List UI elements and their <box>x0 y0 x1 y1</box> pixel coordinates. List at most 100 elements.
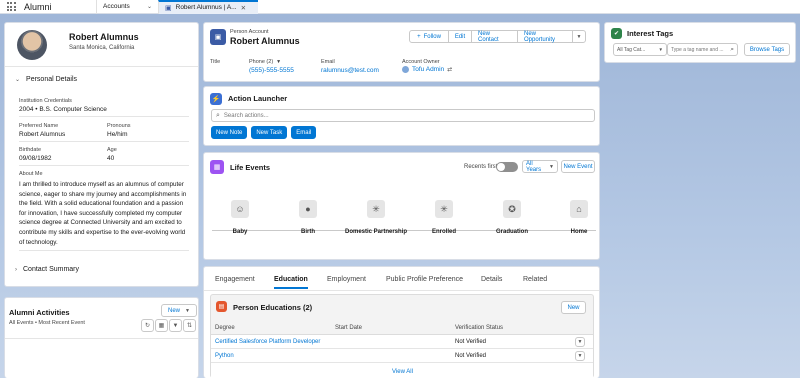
search-icon: ⌕ <box>216 111 220 119</box>
contact-summary-heading: Contact Summary <box>23 266 80 273</box>
browse-tags-button[interactable]: Browse Tags <box>744 43 790 56</box>
new-opportunity-button[interactable]: New Opportunity <box>517 30 573 43</box>
edit-button[interactable]: Edit <box>448 30 472 43</box>
new-activity-button[interactable]: New ▼ <box>161 304 197 317</box>
tab-education[interactable]: Education <box>274 276 308 289</box>
caret-down-icon: ▼ <box>276 59 282 65</box>
app-name: Alumni <box>24 1 52 12</box>
life-events-title: Life Events <box>230 163 271 172</box>
phone-value[interactable]: (555)-555-5555 <box>249 67 294 74</box>
tag-search-input[interactable]: Type a tag name and ... ⌕ <box>667 43 738 56</box>
sort-icon[interactable]: ⇅ <box>183 319 196 332</box>
tab-details[interactable]: Details <box>481 276 502 283</box>
personal-details-heading: Personal Details <box>26 76 77 83</box>
chevron-right-icon: › <box>15 266 17 273</box>
email-value[interactable]: ralumnus@test.com <box>321 67 379 74</box>
life-event-label: Birth <box>301 229 315 235</box>
search-icon: ⌕ <box>730 45 734 53</box>
new-note-button[interactable]: New Note <box>211 126 248 139</box>
life-event-home[interactable]: ⌂ Home <box>544 200 614 235</box>
app-launcher-icon[interactable] <box>4 0 18 14</box>
alumni-activities-card: Alumni Activities All Events • Most Rece… <box>4 297 199 378</box>
recents-first-label: Recents first <box>464 164 498 170</box>
preferred-name-label: Preferred Name <box>19 123 59 129</box>
life-event-label: Graduation <box>495 229 528 235</box>
change-owner-icon[interactable]: ⇄ <box>447 66 452 73</box>
tag-category-select[interactable]: All Tag Cat... ▼ <box>613 43 667 56</box>
caret-down-icon: ▼ <box>658 47 663 52</box>
tab-public-profile-preference[interactable]: Public Profile Preference <box>386 276 463 283</box>
tab-related[interactable]: Related <box>523 276 547 283</box>
chevron-down-icon: ⌄ <box>15 77 21 83</box>
person-icon: ● <box>299 200 317 218</box>
record-header-card: ▣ Person Account Robert Alumnus + Follow… <box>203 22 600 82</box>
life-event-baby[interactable]: ☺ Baby <box>205 200 275 235</box>
divider <box>5 66 198 67</box>
title-label: Title <box>210 59 221 65</box>
interest-tags-card: ✔ Interest Tags All Tag Cat... ▼ Type a … <box>604 22 796 63</box>
interest-tags-title: Interest Tags <box>627 29 674 38</box>
life-event-label: Baby <box>232 229 248 235</box>
degree-link[interactable]: Certified Salesforce Platform Developer <box>215 339 320 345</box>
life-event-graduation[interactable]: ✪ Graduation <box>477 200 547 235</box>
contact-summary-toggle[interactable]: › Contact Summary <box>15 266 79 273</box>
year-filter-select[interactable]: All Years ▼ <box>522 160 558 173</box>
email-button[interactable]: Email <box>291 126 317 139</box>
tab-robert-alumnus[interactable]: ▣ Robert Alumnus | A... ✕ <box>158 0 258 14</box>
close-icon[interactable]: ✕ <box>241 4 246 12</box>
life-event-birth[interactable]: ● Birth <box>273 200 343 235</box>
life-event-label: Domestic Partnership <box>344 229 408 235</box>
tags-icon: ✔ <box>611 28 622 39</box>
email-label: Email <box>321 59 335 65</box>
new-task-button[interactable]: New Task <box>251 126 288 139</box>
filter-icon[interactable]: ▼ <box>169 319 182 332</box>
nav-item-accounts-label: Accounts <box>103 3 130 10</box>
life-event-domestic-partnership[interactable]: ✳ Domestic Partnership <box>341 200 411 235</box>
about-me-value: I am thrilled to introduce myself as an … <box>19 181 187 246</box>
phone-label[interactable]: Phone (2) ▼ <box>249 59 281 65</box>
tab-employment[interactable]: Employment <box>327 276 366 283</box>
year-filter-value: All Years <box>526 160 542 173</box>
smiley-icon: ☺ <box>231 200 249 218</box>
tag-search-placeholder: Type a tag name and ... <box>671 46 724 53</box>
record-type: Person Account <box>230 29 269 35</box>
recents-first-toggle[interactable] <box>496 162 518 172</box>
row-actions-button[interactable]: ▼ <box>575 351 585 361</box>
action-launcher-title: Action Launcher <box>228 94 288 103</box>
new-activity-label: New <box>168 307 181 314</box>
personal-details-toggle[interactable]: ⌄ Personal Details <box>15 76 77 83</box>
owner-value[interactable]: Tofu Admin <box>412 66 444 73</box>
row-actions-button[interactable]: ▼ <box>575 337 585 347</box>
refresh-icon[interactable]: ↻ <box>141 319 154 332</box>
column-header-verification-status[interactable]: Verification Status <box>455 325 503 331</box>
chevron-down-icon[interactable]: ⌄ <box>147 3 152 10</box>
nav-item-accounts[interactable]: Accounts ⌄ <box>96 0 158 14</box>
action-search-input[interactable]: ⌕ Search actions... <box>211 109 595 122</box>
age-value: 40 <box>107 155 115 162</box>
tab-engagement[interactable]: Engagement <box>215 276 255 283</box>
educations-related-list: ▤ Person Educations (2) New Degree Start… <box>210 294 594 378</box>
top-navigation-bar: Alumni Accounts ⌄ ▣ Robert Alumnus | A..… <box>0 0 800 14</box>
age-label: Age <box>107 147 117 153</box>
life-event-enrolled[interactable]: ✳ Enrolled <box>409 200 479 235</box>
follow-button[interactable]: + Follow <box>409 30 449 43</box>
profile-card: Robert Alumnus Santa Monica, California … <box>4 22 199 287</box>
divider <box>19 250 189 251</box>
degree-link[interactable]: Python <box>215 353 234 359</box>
view-all-link[interactable]: View All <box>392 369 413 375</box>
divider <box>19 116 189 117</box>
action-search-placeholder: Search actions... <box>223 112 269 119</box>
table-header-row: Degree Start Date Verification Status <box>211 322 593 335</box>
column-header-degree[interactable]: Degree <box>215 325 235 331</box>
column-header-start-date[interactable]: Start Date <box>335 325 362 331</box>
account-icon: ▣ <box>165 4 172 12</box>
educations-title[interactable]: Person Educations (2) <box>233 303 312 312</box>
follow-label: Follow <box>423 33 441 40</box>
new-contact-button[interactable]: New Contact <box>471 30 518 43</box>
calendar-icon[interactable]: ▦ <box>155 319 168 332</box>
verification-status-cell: Not Verified <box>455 339 487 345</box>
more-actions-button[interactable]: ▼ <box>572 30 586 43</box>
new-education-button[interactable]: New <box>561 301 586 314</box>
profile-location: Santa Monica, California <box>69 45 135 51</box>
new-event-button[interactable]: New Event <box>561 160 595 173</box>
